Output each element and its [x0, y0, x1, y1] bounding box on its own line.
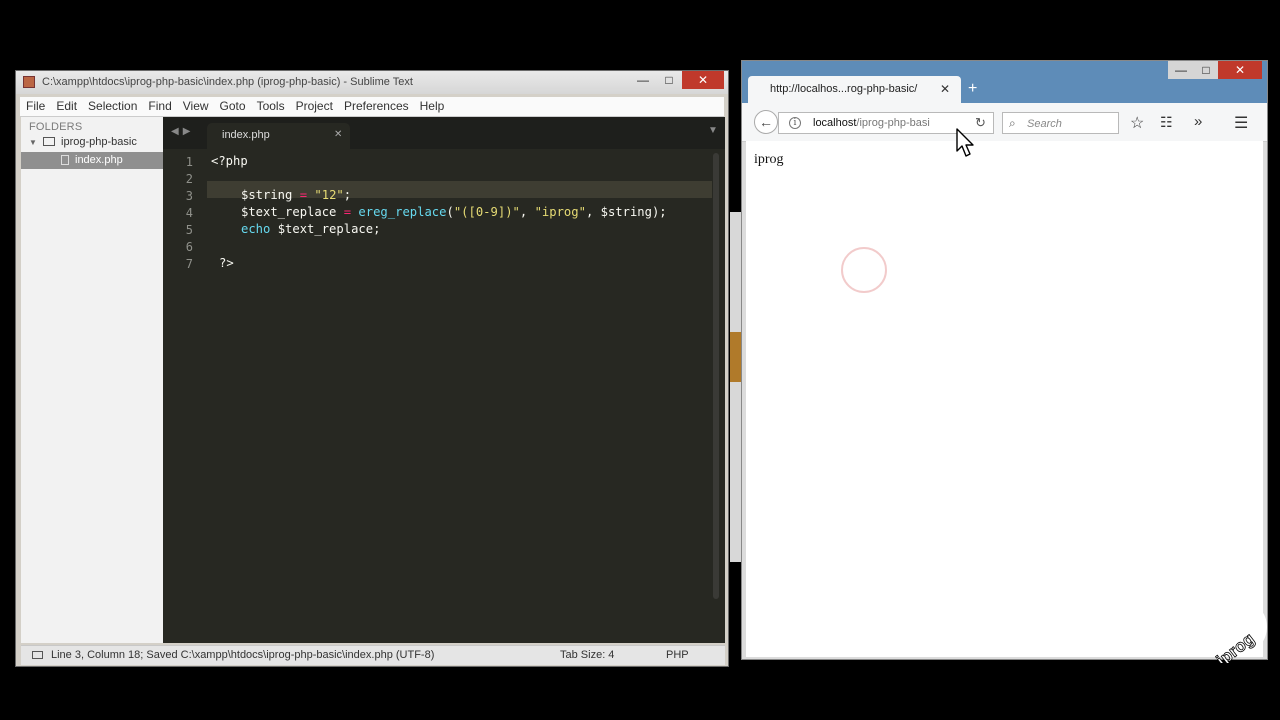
- url-text: localhost/iprog-php-basi: [813, 117, 930, 129]
- folder-icon: [42, 137, 55, 146]
- code-token: "iprog": [534, 205, 586, 219]
- sidebar: FOLDERS ▼ iprog-php-basic index.php: [21, 117, 163, 643]
- close-button[interactable]: ✕: [1218, 61, 1262, 79]
- code-line-5: echo $text_replace;: [241, 222, 380, 236]
- sidebar-folder[interactable]: ▼ iprog-php-basic: [29, 136, 137, 148]
- menu-selection[interactable]: Selection: [82, 97, 142, 114]
- minimize-button[interactable]: —: [630, 71, 656, 89]
- menu-find[interactable]: Find: [142, 97, 176, 114]
- code-line-1: <?php: [211, 154, 248, 168]
- code-token: , $string);: [585, 205, 667, 219]
- code-token: $text_replace: [241, 205, 337, 219]
- search-icon: ⌕: [1009, 116, 1016, 130]
- code-token: "([0-9])": [453, 205, 520, 219]
- editor-scrollbar[interactable]: [713, 153, 719, 599]
- editor-tabbar: ◀▶ index.php ✕ ▼: [163, 117, 725, 149]
- code-token: ,: [519, 205, 535, 219]
- chevron-down-icon[interactable]: ▼: [29, 138, 37, 147]
- tab-close-icon[interactable]: ✕: [940, 82, 950, 96]
- code-token: echo: [241, 222, 271, 236]
- code-editor[interactable]: ◀▶ index.php ✕ ▼ 1 2 3 4 5 6 7 <?php $st…: [163, 117, 725, 643]
- menubar: File Edit Selection Find View Goto Tools Projec…: [20, 97, 724, 117]
- menu-help[interactable]: Help: [414, 97, 450, 114]
- browser-tab-title: http://localhos...rog-php-basic/: [770, 83, 918, 95]
- page-content: iprog: [746, 141, 1263, 657]
- code-token: $text_replace;: [270, 222, 381, 236]
- menu-tools[interactable]: Tools: [251, 97, 290, 114]
- php-open-tag: <?php: [211, 154, 248, 168]
- code-token: ;: [343, 188, 352, 202]
- tab-dropdown-icon[interactable]: ▼: [708, 125, 718, 136]
- reload-icon[interactable]: ↻: [975, 115, 986, 131]
- line-number: 6: [185, 240, 193, 254]
- firefox-window: http://localhos...rog-php-basic/ ✕ + — □…: [741, 60, 1268, 660]
- menu-goto[interactable]: Goto: [214, 97, 251, 114]
- sublime-window: C:\xampp\htdocs\iprog-php-basic\index.ph…: [15, 70, 729, 667]
- firefox-tabstrip: http://localhos...rog-php-basic/ ✕ + — □…: [742, 61, 1267, 104]
- sidebar-file-label: index.php: [75, 154, 123, 166]
- minimize-button[interactable]: —: [1168, 61, 1194, 79]
- line-number: 5: [185, 223, 193, 237]
- menu-view[interactable]: View: [177, 97, 214, 114]
- line-number: 4: [185, 206, 193, 220]
- tab-index-php[interactable]: index.php ✕: [207, 123, 350, 149]
- url-path: /iprog-php-basi: [856, 117, 930, 129]
- sidebar-header: FOLDERS: [29, 121, 83, 133]
- click-ring-indicator: [841, 247, 887, 293]
- sidebar-file-index[interactable]: index.php: [21, 152, 163, 169]
- status-text: Line 3, Column 18; Saved C:\xampp\htdocs…: [51, 649, 435, 661]
- syntax-indicator[interactable]: PHP: [666, 649, 689, 661]
- maximize-button[interactable]: □: [656, 71, 682, 89]
- sublime-titlebar[interactable]: C:\xampp\htdocs\iprog-php-basic\index.ph…: [16, 71, 728, 94]
- back-button[interactable]: ←: [754, 110, 778, 134]
- navigation-toolbar: ← i localhost/iprog-php-basi ↻ ⌕ Search …: [742, 103, 1267, 142]
- code-token: $string: [241, 188, 293, 202]
- sidebar-folder-label: iprog-php-basic: [61, 136, 137, 148]
- code-line-3: $string = "12";: [241, 188, 351, 202]
- tab-label: index.php: [222, 129, 270, 141]
- tab-nav-arrows[interactable]: ◀▶: [171, 126, 194, 137]
- code-token: ereg_replace: [358, 205, 447, 219]
- line-number: 1: [185, 155, 193, 169]
- info-icon[interactable]: i: [789, 117, 801, 129]
- code-token: =: [299, 188, 308, 202]
- maximize-button[interactable]: □: [1194, 61, 1218, 79]
- sublime-app-icon: [23, 76, 35, 88]
- bookmark-star-icon[interactable]: ☆: [1130, 113, 1144, 133]
- menu-project[interactable]: Project: [290, 97, 338, 114]
- hamburger-menu-icon[interactable]: ☰: [1234, 113, 1248, 133]
- iprog-logo-watermark: iprog: [1212, 601, 1267, 663]
- browser-tab[interactable]: http://localhos...rog-php-basic/ ✕: [748, 76, 961, 104]
- menu-file[interactable]: File: [20, 97, 50, 114]
- code-line-7: ?>: [219, 256, 234, 270]
- line-number: 7: [185, 257, 193, 271]
- menu-edit[interactable]: Edit: [50, 97, 82, 114]
- menu-preferences[interactable]: Preferences: [338, 97, 414, 114]
- overflow-chevron-icon[interactable]: »: [1194, 113, 1202, 130]
- mouse-cursor-icon: [956, 128, 974, 157]
- line-number: 3: [185, 189, 193, 203]
- panel-toggle-icon[interactable]: [32, 651, 43, 659]
- code-token: "12": [314, 188, 344, 202]
- file-icon: [61, 155, 69, 165]
- php-close-tag: ?>: [219, 256, 234, 270]
- search-box[interactable]: ⌕ Search: [1002, 112, 1119, 134]
- sublime-title: C:\xampp\htdocs\iprog-php-basic\index.ph…: [42, 76, 413, 88]
- tab-size-indicator[interactable]: Tab Size: 4: [560, 649, 614, 661]
- page-output-text: iprog: [754, 152, 784, 167]
- close-button[interactable]: ✕: [682, 71, 724, 89]
- code-token: (: [446, 205, 454, 219]
- reader-list-icon[interactable]: ☷: [1160, 114, 1173, 131]
- statusbar: Line 3, Column 18; Saved C:\xampp\htdocs…: [21, 645, 725, 665]
- search-placeholder: Search: [1027, 118, 1062, 130]
- code-token: =: [343, 205, 352, 219]
- new-tab-button[interactable]: +: [968, 80, 977, 98]
- url-host: localhost: [813, 117, 857, 129]
- tab-close-icon[interactable]: ✕: [334, 129, 342, 140]
- code-line-4: $text_replace = ereg_replace("([0-9])" , …: [241, 205, 667, 219]
- line-number: 2: [185, 172, 193, 186]
